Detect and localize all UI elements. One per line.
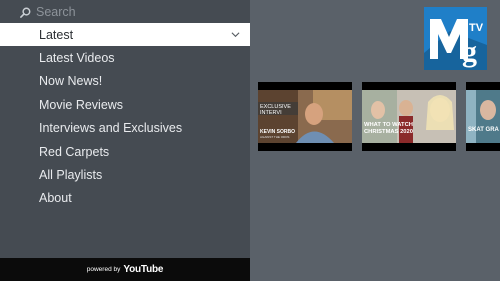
nav-item-latest-videos[interactable]: Latest Videos	[0, 46, 250, 69]
video-thumbnail[interactable]: SKAT GRA	[466, 82, 500, 151]
nav-item-label: Latest	[39, 27, 74, 42]
powered-by-text: powered by	[86, 266, 121, 273]
thumbnail-image: EXCLUSIVE INTERVI KEVIN SORBO AGAINST TH…	[258, 90, 352, 143]
nav-item-all-playlists[interactable]: All Playlists	[0, 163, 250, 186]
svg-text:g: g	[462, 35, 477, 68]
nav-item-label: Latest Videos	[39, 51, 115, 66]
youtube-wordmark: YouTube	[123, 264, 164, 275]
thumb-title-1: SKAT GRA	[468, 127, 500, 133]
chevron-down-icon	[231, 32, 240, 38]
video-thumbnail[interactable]: WHAT TO WATCH CHRISTMAS 2020	[362, 82, 456, 151]
thumbnail-image: SKAT GRA	[466, 90, 500, 143]
svg-text:TV: TV	[469, 22, 484, 34]
nav-item-now-news[interactable]: Now News!	[0, 70, 250, 93]
nav-item-latest[interactable]: Latest	[0, 23, 250, 47]
nav-item-about[interactable]: About	[0, 187, 250, 210]
nav-item-label: Now News!	[39, 74, 103, 89]
thumb-title-1: WHAT TO WATCH	[364, 122, 413, 128]
nav-item-label: About	[39, 191, 72, 206]
nav-item-label: Interviews and Exclusives	[39, 121, 183, 136]
search-placeholder: Search	[36, 5, 76, 19]
sidebar-nav: Latest Latest Videos Now News! Movie Rev…	[0, 23, 250, 210]
mtvg-logo-icon: TV g	[424, 7, 487, 70]
video-thumbnail[interactable]: EXCLUSIVE INTERVI KEVIN SORBO AGAINST TH…	[258, 82, 352, 151]
powered-by-footer: powered by YouTube	[0, 258, 250, 281]
sidebar: Search Latest Latest Videos Now News! Mo…	[0, 0, 250, 281]
nav-item-interviews[interactable]: Interviews and Exclusives	[0, 117, 250, 140]
channel-logo: TV g	[424, 7, 487, 70]
thumb-title-2: INTERVI	[260, 110, 282, 116]
nav-item-movie-reviews[interactable]: Movie Reviews	[0, 93, 250, 116]
nav-item-label: All Playlists	[39, 168, 103, 183]
thumb-subcaption: AGAINST THE ODDS	[260, 135, 289, 139]
nav-item-red-carpets[interactable]: Red Carpets	[0, 140, 250, 163]
search-icon	[20, 7, 31, 18]
thumbnail-image: WHAT TO WATCH CHRISTMAS 2020	[362, 90, 456, 143]
search-box[interactable]: Search	[20, 3, 76, 21]
nav-item-label: Movie Reviews	[39, 97, 124, 112]
nav-item-label: Red Carpets	[39, 144, 110, 159]
thumb-title-2: CHRISTMAS 2020	[364, 129, 413, 135]
